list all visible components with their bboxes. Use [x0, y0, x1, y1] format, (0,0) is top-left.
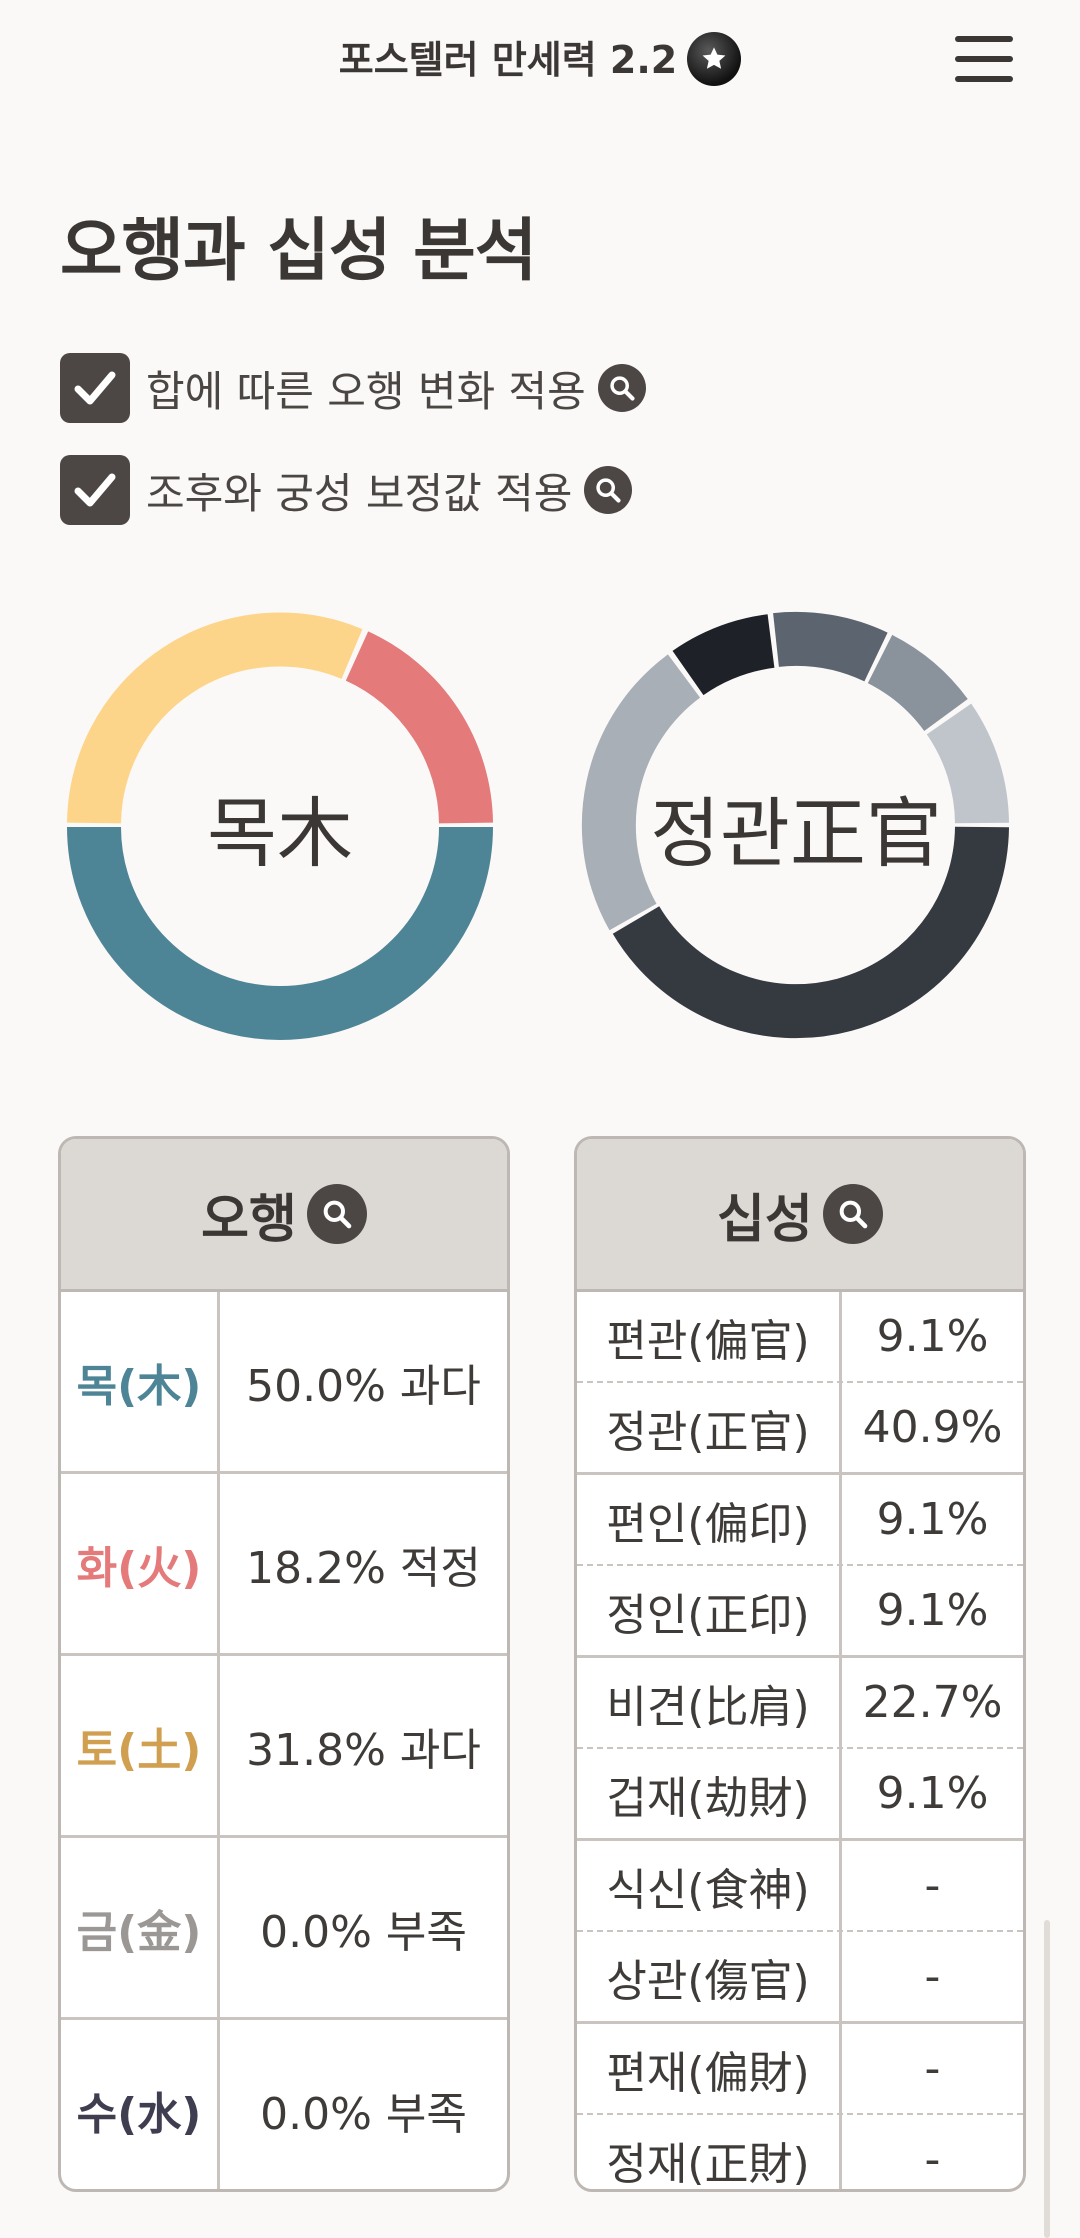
element-key: 토(土) — [61, 1656, 220, 1835]
ten-god-key: 상관(傷官) — [577, 1932, 842, 2021]
ten-god-key: 겁재(劫財) — [577, 1749, 842, 1838]
table-row: 편관(偏官) 9.1% — [577, 1292, 1023, 1381]
table-row: 금(金) 0.0% 부족 — [61, 1835, 507, 2017]
pyeongwan-segment — [773, 611, 888, 682]
option-label: 조후와 궁성 보정값 적용 — [146, 468, 573, 518]
app-title-text: 포스텔러 만세력 2.2 — [338, 38, 678, 82]
ten-gods-table-title: 십성 — [717, 1189, 813, 1250]
pyeonin-segment — [867, 634, 968, 732]
ten-god-key: 정재(正財) — [577, 2115, 842, 2189]
app-header: 포스텔러 만세력 2.2 — [0, 0, 1080, 120]
page-title: 오행과 십성 분석 — [60, 212, 537, 291]
correction-checkbox[interactable] — [60, 455, 130, 525]
table-row: 정관(正官) 40.9% — [577, 1381, 1023, 1472]
ten-gods-table: 십성 편관(偏官) 9.1% 정관(正官) 40.9% 편인(偏印) 9.1% … — [574, 1136, 1026, 2192]
table-row: 겁재(劫財) 9.1% — [577, 1747, 1023, 1838]
ten-god-value: - — [924, 2134, 941, 2185]
table-row: 토(土) 31.8% 과다 — [61, 1653, 507, 1835]
table-row: 편인(偏印) 9.1% — [577, 1472, 1023, 1564]
checkmark-icon — [74, 473, 116, 507]
elements-donut-center-label: 목木 — [207, 789, 353, 878]
option-correction-value[interactable]: 조후와 궁성 보정값 적용 — [60, 454, 633, 526]
ten-god-key: 식신(食神) — [577, 1841, 842, 1930]
ten-gods-donut-chart[interactable]: 정관正官 — [580, 600, 1012, 1050]
ten-god-value: 9.1% — [876, 1585, 989, 1636]
ten-god-key: 편관(偏官) — [577, 1292, 842, 1381]
ten-god-value: 40.9% — [862, 1402, 1003, 1453]
element-value: 31.8% 과다 — [246, 1724, 481, 1776]
table-row: 수(水) 0.0% 부족 — [61, 2017, 507, 2189]
geopjae-segment — [672, 614, 776, 696]
ten-god-value: 22.7% — [862, 1677, 1003, 1728]
elements-table-header: 오행 — [61, 1139, 507, 1292]
element-key: 목(木) — [61, 1292, 220, 1471]
element-value: 0.0% 부족 — [260, 1906, 467, 1958]
element-value: 18.2% 적정 — [246, 1542, 481, 1594]
element-key: 수(水) — [61, 2020, 220, 2189]
magnifier-icon[interactable] — [584, 466, 633, 514]
magnifier-icon[interactable] — [822, 1184, 883, 1244]
element-value: 50.0% 과다 — [246, 1360, 481, 1412]
merge-change-checkbox[interactable] — [60, 353, 130, 423]
ten-gods-table-header: 십성 — [577, 1139, 1023, 1292]
star-badge-icon[interactable] — [687, 31, 742, 86]
elements-table-title: 오행 — [201, 1189, 297, 1250]
ten-gods-donut-center-label: 정관正官 — [650, 789, 942, 878]
element-value: 0.0% 부족 — [260, 2088, 467, 2140]
ten-god-value: 9.1% — [876, 1311, 989, 1362]
elements-table: 오행 목(木) 50.0% 과다 화(火) 18.2% 적정 토(土) 31.8… — [58, 1136, 510, 2192]
option-label: 합에 따른 오행 변화 적용 — [146, 366, 586, 416]
table-row: 비견(比肩) 22.7% — [577, 1655, 1023, 1747]
table-row: 정재(正財) - — [577, 2113, 1023, 2189]
hamburger-menu-icon[interactable] — [955, 36, 1013, 82]
ten-god-key: 정인(正印) — [577, 1566, 842, 1655]
table-row: 편재(偏財) - — [577, 2021, 1023, 2113]
ten-god-value: - — [924, 2043, 941, 2094]
elements-donut-chart[interactable]: 목木 — [64, 600, 496, 1050]
ten-god-value: 9.1% — [876, 1494, 989, 1545]
table-row: 상관(傷官) - — [577, 1930, 1023, 2021]
scrollbar[interactable] — [1044, 1920, 1050, 2238]
table-row: 화(火) 18.2% 적정 — [61, 1471, 507, 1653]
table-row: 목(木) 50.0% 과다 — [61, 1292, 507, 1471]
ten-god-key: 편재(偏財) — [577, 2024, 842, 2113]
table-row: 식신(食神) - — [577, 1838, 1023, 1930]
ten-god-key: 편인(偏印) — [577, 1475, 842, 1564]
magnifier-icon[interactable] — [597, 364, 646, 412]
ten-god-key: 정관(正官) — [577, 1383, 842, 1472]
option-merge-element-change[interactable]: 합에 따른 오행 변화 적용 — [60, 352, 646, 424]
element-key: 화(火) — [61, 1474, 220, 1653]
ten-god-value: 9.1% — [876, 1768, 989, 1819]
ten-god-value: - — [924, 1860, 941, 1911]
ten-god-key: 비견(比肩) — [577, 1658, 842, 1747]
element-key: 금(金) — [61, 1838, 220, 2017]
table-row: 정인(正印) 9.1% — [577, 1564, 1023, 1655]
ten-god-value: - — [924, 1951, 941, 2002]
app-title: 포스텔러 만세력 2.2 — [0, 30, 1080, 90]
magnifier-icon[interactable] — [306, 1184, 367, 1244]
checkmark-icon — [74, 371, 116, 405]
